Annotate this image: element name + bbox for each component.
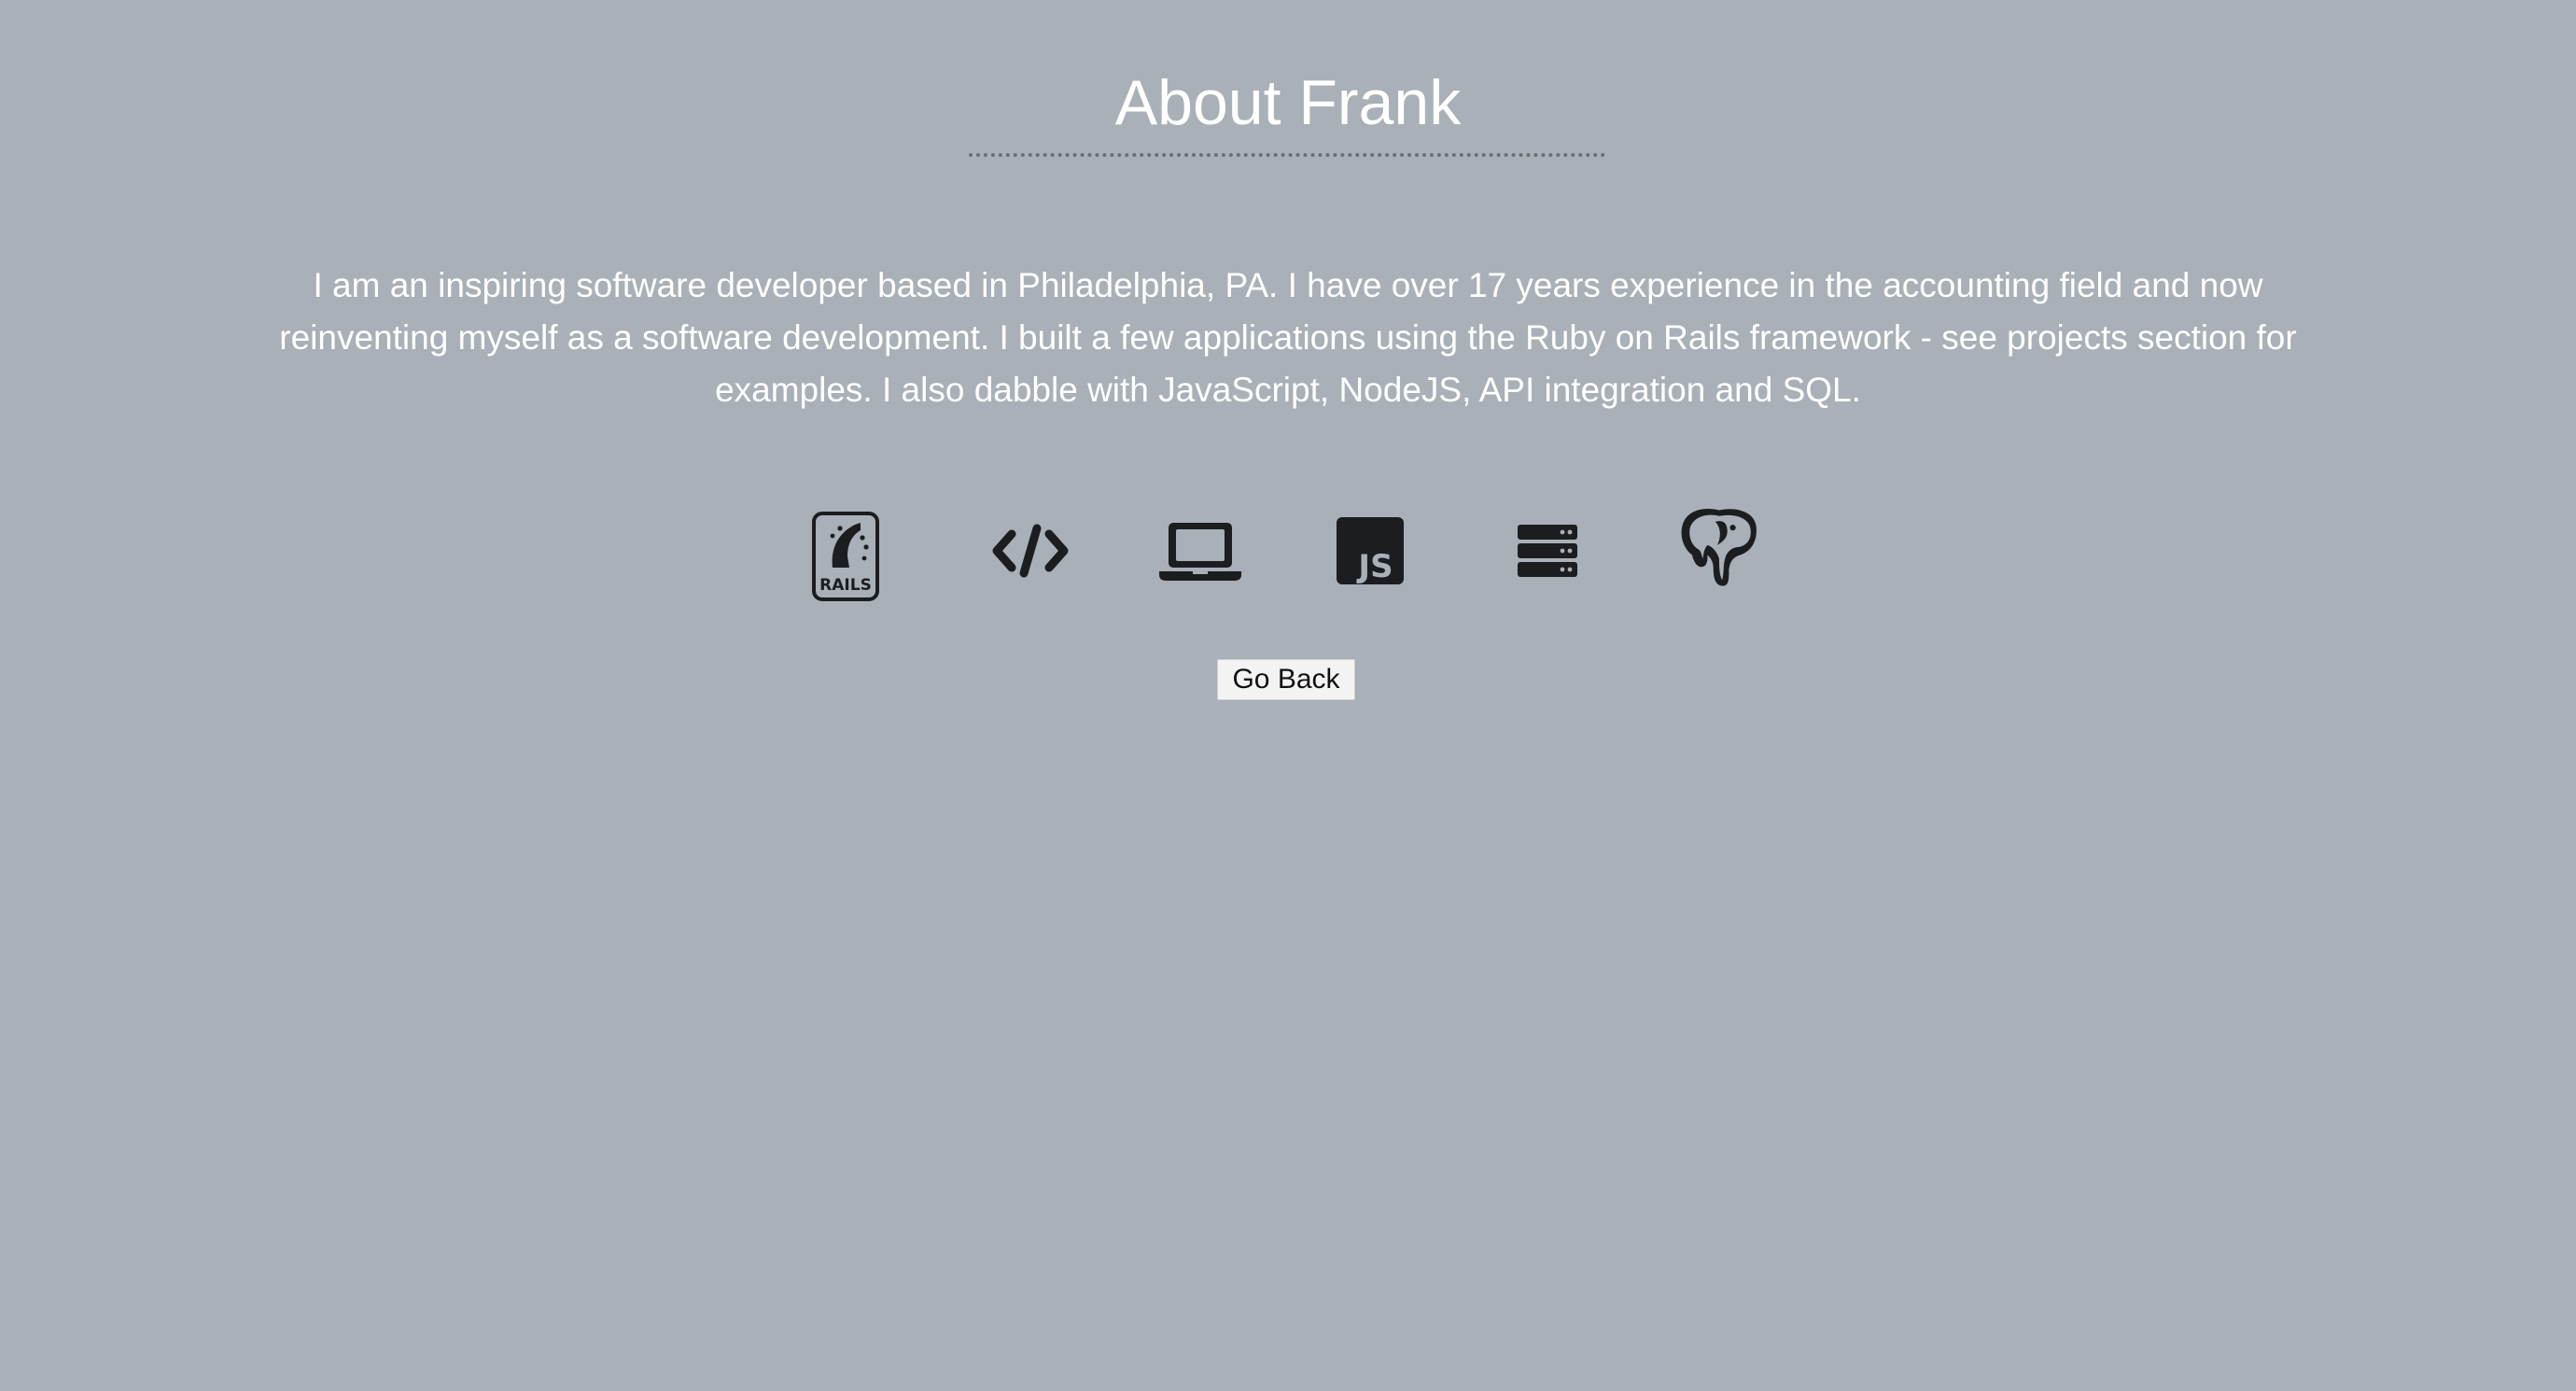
rails-icon: RAILS — [799, 510, 892, 603]
javascript-icon-label: JS — [1356, 548, 1393, 585]
laptop-icon — [1154, 504, 1247, 597]
server-icon — [1501, 504, 1594, 597]
javascript-icon: JS — [1323, 504, 1417, 597]
about-page: About Frank I am an inspiring software d… — [0, 0, 2576, 1391]
title-divider — [969, 153, 1605, 157]
rails-icon-label: RAILS — [819, 576, 872, 595]
skills-icon-row: RAILS JS — [0, 504, 2576, 607]
postgresql-icon — [1671, 499, 1768, 596]
bio-paragraph: I am an inspiring software developer bas… — [279, 266, 2297, 409]
code-icon — [984, 504, 1077, 597]
page-title: About Frank — [1114, 67, 1462, 138]
go-back-button[interactable]: Go Back — [1217, 659, 1355, 700]
